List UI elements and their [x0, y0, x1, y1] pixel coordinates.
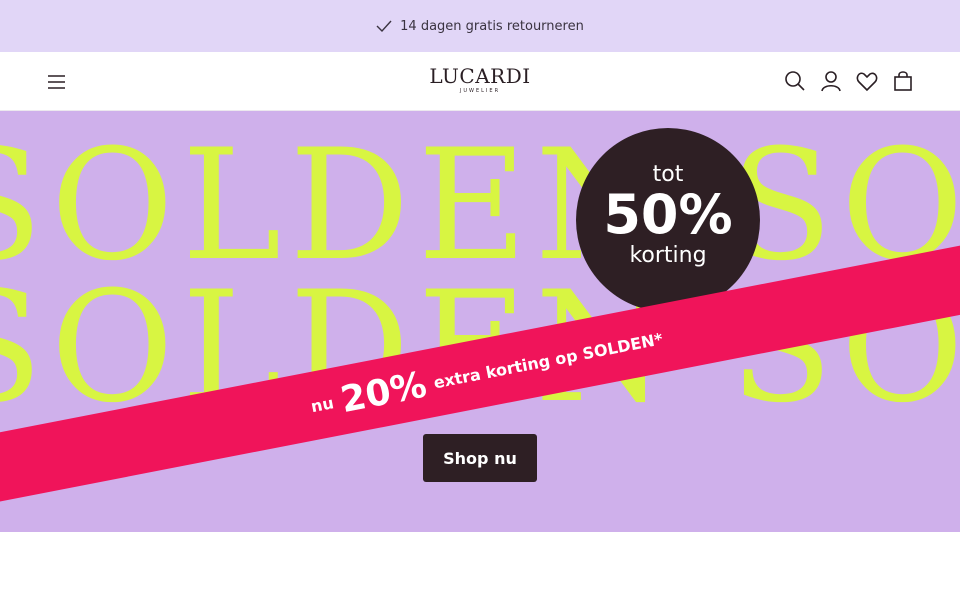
hero-banner: SOLDEN SOLDEN SOLDEN SOLDEN tot 50% kort… — [0, 111, 960, 532]
search-icon[interactable] — [783, 69, 807, 93]
cart-icon[interactable] — [891, 69, 915, 93]
site-header: LUCARDI JUWELIER — [0, 52, 960, 111]
announcement-text: 14 dagen gratis retourneren — [400, 18, 584, 34]
badge-line2: 50% — [603, 183, 733, 246]
discount-badge: tot 50% korting — [576, 128, 760, 312]
account-icon[interactable] — [819, 69, 843, 93]
wishlist-icon[interactable] — [855, 69, 879, 93]
ribbon-prefix: nu — [309, 392, 336, 416]
announcement-bar: 14 dagen gratis retourneren — [0, 0, 960, 52]
ribbon-percent: 20% — [337, 363, 430, 421]
badge-line3: korting — [629, 243, 707, 268]
shop-now-button[interactable]: Shop nu — [423, 434, 537, 482]
check-icon — [376, 20, 392, 33]
header-icons — [783, 69, 915, 93]
